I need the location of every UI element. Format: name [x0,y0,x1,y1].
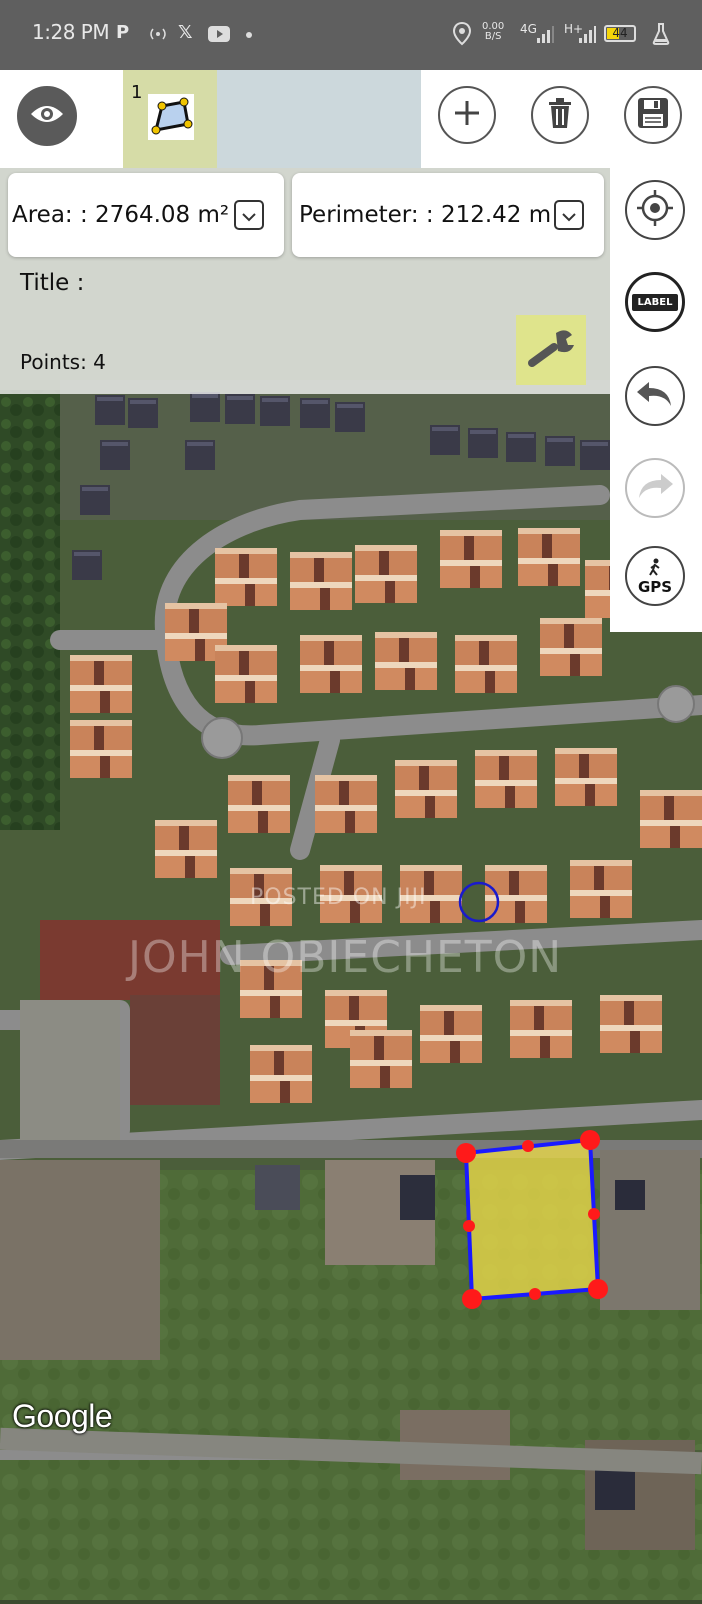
status-bar: 1:28 PM P 𝕏 0.00 B/S 4G H+ 44 [0,0,702,70]
shape-tile-empty [217,70,421,168]
measured-polygon [463,1137,601,1302]
location-icon [452,21,472,50]
delete-button[interactable] [531,86,589,144]
locate-me-button[interactable] [625,180,685,240]
label-text: LABEL [631,293,679,311]
battery-icon: 44 [604,25,636,42]
points-count: Points: 4 [20,350,106,374]
wrench-icon [526,323,576,377]
gps-label: GPS [637,577,673,596]
polygon-shape-icon [148,94,194,140]
label-toggle-button[interactable]: LABEL [625,272,685,332]
google-logo: Google [12,1398,113,1434]
shape-number: 1 [131,82,143,103]
signal-icon-1 [536,24,554,48]
gps-button[interactable]: GPS [625,546,685,606]
shape-title[interactable]: Title : [20,270,84,296]
save-button[interactable] [624,86,682,144]
eye-icon [29,102,65,130]
perimeter-chip[interactable]: Perimeter: : 212.42 m [292,173,604,257]
shape-tile-1[interactable]: 1 [123,70,217,168]
visibility-toggle-button[interactable] [17,86,77,146]
floppy-disk-icon [637,97,669,133]
radio-icon [148,26,168,45]
plus-icon [452,98,482,132]
undo-button[interactable] [625,366,685,426]
area-unit-dropdown[interactable] [234,200,264,230]
redo-icon [635,470,675,506]
area-value: Area: : 2764.08 m² [12,202,230,228]
battery-level: 44 [612,26,628,40]
flask-icon [652,22,670,50]
perimeter-value: Perimeter: : 212.42 m [299,202,552,228]
trash-icon [547,97,573,133]
perimeter-unit-dropdown[interactable] [554,200,584,230]
watermark-line1: POSTED ON JIJI [250,885,427,910]
chevron-down-icon [561,202,577,228]
dot-icon [246,32,252,38]
p-app-icon: P [116,22,130,43]
area-chip[interactable]: Area: : 2764.08 m² [8,173,284,257]
youtube-icon [208,26,230,46]
signal-icon-2 [578,24,596,48]
x-icon: 𝕏 [178,22,193,43]
crosshair-icon [635,188,675,232]
net-speed-unit: B/S [484,31,502,42]
redo-button[interactable] [625,458,685,518]
net-speed: 0.00 B/S [482,22,504,42]
settings-wrench-button[interactable] [516,315,586,385]
add-shape-button[interactable] [438,86,496,144]
watermark-line2: JOHN OBIECHETON [128,932,563,983]
right-tool-panel: LABEL GPS [610,168,702,632]
undo-icon [635,378,675,414]
network-type: 4G [520,22,537,36]
status-time: 1:28 PM [32,20,110,44]
walking-person-icon [647,558,663,580]
chevron-down-icon [241,202,257,228]
